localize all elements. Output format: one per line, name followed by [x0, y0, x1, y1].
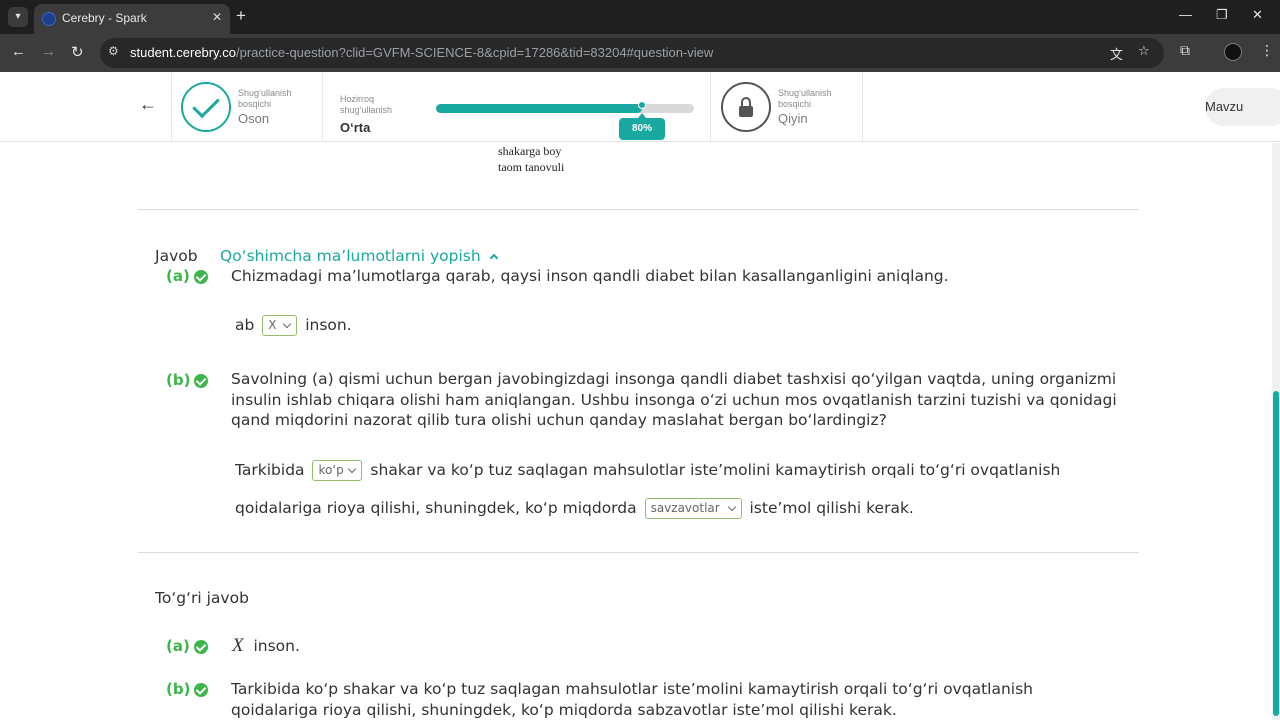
level-current-caption: Hozirroq shug‘ullanish — [340, 94, 393, 115]
practice-header: ← Shug‘ullanish bosqichi Oson Hozirroq s… — [0, 72, 1280, 142]
url-text[interactable]: student.cerebry.co/practice-question?cli… — [130, 45, 713, 60]
part-a-answer-row: ab X inson. — [235, 315, 352, 336]
close-window-button[interactable]: ✕ — [1252, 7, 1263, 23]
tab-search-button[interactable]: ▾ — [8, 7, 28, 27]
topic-button[interactable]: Mavzu — [1205, 88, 1280, 126]
tab-close-icon[interactable]: ✕ — [212, 10, 222, 24]
hide-details-toggle[interactable]: Qo‘shimcha ma’lumotlarni yopish — [220, 247, 498, 265]
menu-kebab-icon[interactable]: ⋮ — [1260, 43, 1274, 59]
divider — [138, 552, 1139, 553]
page-scrollbar[interactable] — [1272, 143, 1280, 720]
level-current: Hozirroq shug‘ullanish O‘rta 80% — [323, 72, 711, 142]
browser-tab[interactable]: Cerebry - Spark ✕ — [34, 4, 230, 34]
completed-check-icon — [181, 82, 231, 132]
scrollbar-thumb[interactable] — [1273, 391, 1279, 716]
new-tab-button[interactable]: + — [236, 6, 246, 26]
progress-percent-badge: 80% — [619, 113, 665, 140]
profile-avatar[interactable] — [1224, 43, 1242, 61]
divider — [138, 209, 1139, 210]
lock-icon — [721, 82, 771, 132]
part-a-question: Chizmadagi ma’lumotlarga qarab, qaysi in… — [231, 267, 949, 285]
browser-tab-bar: ▾ Cerebry - Spark ✕ + — ❐ ✕ — [0, 0, 1280, 34]
correct-a-label: (a) — [166, 637, 190, 655]
level-current-name: O‘rta — [340, 120, 371, 135]
level-easy: Shug‘ullanish bosqichi Oson — [172, 72, 323, 142]
progress-fill — [436, 104, 642, 113]
part-b-answer-line-2: qoidalariga rioya qilishi, shuningdek, k… — [235, 498, 914, 519]
progress-bar — [436, 104, 694, 113]
level-easy-caption: Shug‘ullanish bosqichi — [238, 88, 292, 109]
cerebry-favicon-icon — [42, 12, 56, 26]
tab-title: Cerebry - Spark — [62, 11, 147, 25]
level-hard-caption: Shug‘ullanish bosqichi — [778, 88, 832, 109]
figure-label: taom tanovuli — [498, 160, 565, 174]
maximize-button[interactable]: ❐ — [1216, 7, 1228, 23]
back-nav-icon[interactable]: ← — [11, 43, 26, 60]
level-hard-name: Qiyin — [778, 111, 808, 126]
correct-b-answer: Tarkibida ko‘p shakar va ko‘p tuz saqlag… — [231, 680, 1033, 719]
level-easy-name: Oson — [238, 111, 270, 126]
correct-b-label: (b) — [166, 680, 191, 698]
question-content: shakarga boy taom tanovuli Javob Qo‘shim… — [0, 143, 1272, 720]
site-info-icon[interactable]: ⚙ — [108, 44, 119, 58]
progress-marker — [638, 101, 646, 109]
part-b-select-2[interactable]: savzavotlar — [644, 498, 742, 519]
back-button[interactable]: ← — [0, 72, 172, 142]
bookmark-star-icon[interactable]: ☆ — [1138, 44, 1150, 59]
level-hard: Shug‘ullanish bosqichi Qiyin — [711, 72, 863, 142]
back-arrow-icon: ← — [139, 94, 157, 114]
correct-check-icon — [194, 270, 208, 284]
topic-button-label: Mavzu — [1205, 99, 1244, 114]
part-a-select[interactable]: X — [262, 315, 298, 336]
part-b-answer-line-1: Tarkibida ko‘p shakar va ko‘p tuz saqlag… — [235, 460, 1061, 481]
part-b-label: (b) — [166, 371, 191, 389]
answer-label: Javob — [155, 247, 198, 265]
figure-label: shakarga boy — [498, 144, 562, 158]
forward-nav-icon[interactable]: → — [41, 43, 56, 60]
correct-a-answer: X inson. — [232, 635, 300, 656]
part-b-question: Savolning (a) qismi uchun bergan javobin… — [231, 370, 1117, 429]
reload-icon[interactable]: ↻ — [71, 43, 84, 61]
correct-check-icon — [194, 683, 208, 697]
correct-check-icon — [194, 640, 208, 654]
chevron-up-icon — [489, 253, 498, 263]
browser-toolbar: ← → ↻ ⚙ student.cerebry.co/practice-ques… — [0, 34, 1280, 72]
extensions-icon[interactable]: ⧉ — [1180, 43, 1190, 59]
translate-icon[interactable]: 文 — [1110, 44, 1123, 63]
part-a-label: (a) — [166, 267, 190, 285]
address-bar[interactable]: ⚙ student.cerebry.co/practice-question?c… — [100, 38, 1164, 68]
minimize-button[interactable]: — — [1179, 7, 1192, 22]
correct-answer-title: To‘g‘ri javob — [155, 589, 249, 607]
part-b-select-1[interactable]: ko‘p — [312, 460, 363, 481]
correct-check-icon — [194, 374, 208, 388]
